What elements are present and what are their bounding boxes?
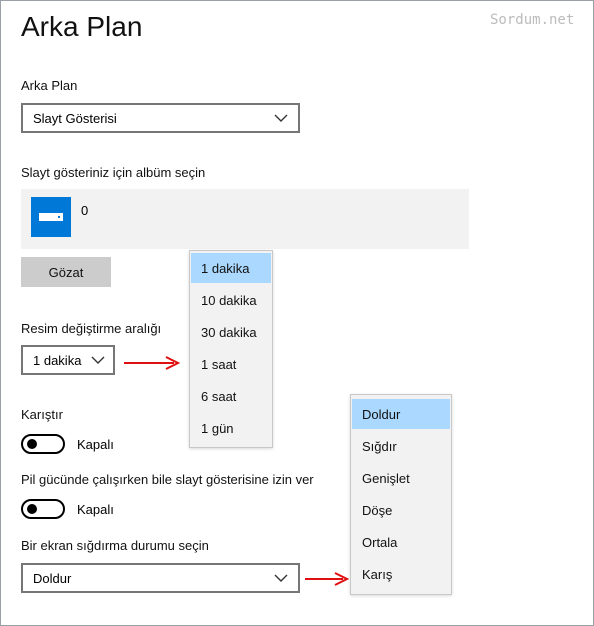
album-tile-icon	[31, 197, 71, 237]
shuffle-label: Karıştır	[21, 407, 63, 422]
watermark: Sordum.net	[490, 12, 575, 28]
shuffle-state: Kapalı	[77, 437, 114, 452]
page-title: Arka Plan	[21, 11, 143, 42]
drive-icon	[39, 213, 63, 221]
interval-select[interactable]: 1 dakika	[21, 345, 115, 375]
toggle-knob	[27, 439, 37, 449]
fit-dropdown: Doldur Sığdır Genişlet Döşe Ortala Karış	[350, 394, 452, 595]
album-count: 0	[81, 203, 89, 218]
fit-option[interactable]: Doldur	[352, 399, 450, 429]
chevron-down-icon	[274, 114, 288, 122]
album-item[interactable]: 0	[21, 189, 469, 249]
album-label: Slayt gösteriniz için albüm seçin	[21, 165, 206, 180]
interval-option[interactable]: 6 saat	[191, 381, 271, 411]
interval-option[interactable]: 30 dakika	[191, 317, 271, 347]
interval-option[interactable]: 1 gün	[191, 413, 271, 443]
background-select-value: Slayt Gösterisi	[33, 110, 117, 126]
fit-option[interactable]: Ortala	[352, 527, 450, 557]
chevron-down-icon	[274, 574, 288, 582]
fit-select[interactable]: Doldur	[21, 563, 300, 593]
fit-option[interactable]: Döşe	[352, 495, 450, 525]
right-arrow-icon	[305, 572, 349, 586]
fit-option[interactable]: Sığdır	[352, 431, 450, 461]
window-frame	[0, 0, 594, 626]
battery-label: Pil gücünde çalışırken bile slayt göster…	[21, 472, 314, 487]
fit-option[interactable]: Genişlet	[352, 463, 450, 493]
battery-toggle[interactable]	[21, 499, 65, 519]
interval-label: Resim değiştirme aralığı	[21, 321, 162, 336]
interval-select-value: 1 dakika	[33, 352, 82, 368]
interval-option[interactable]: 1 dakika	[191, 253, 271, 283]
battery-state: Kapalı	[77, 502, 114, 517]
interval-dropdown: 1 dakika 10 dakika 30 dakika 1 saat 6 sa…	[189, 250, 273, 448]
right-arrow-icon	[124, 356, 180, 370]
interval-option[interactable]: 10 dakika	[191, 285, 271, 315]
browse-button[interactable]: Gözat	[21, 257, 111, 287]
chevron-down-icon	[91, 356, 105, 364]
fit-label: Bir ekran sığdırma durumu seçin	[21, 538, 209, 553]
fit-select-value: Doldur	[33, 570, 72, 586]
background-label: Arka Plan	[21, 78, 78, 93]
background-select[interactable]: Slayt Gösterisi	[21, 103, 300, 133]
fit-option[interactable]: Karış	[352, 559, 450, 589]
toggle-knob	[27, 504, 37, 514]
shuffle-toggle[interactable]	[21, 434, 65, 454]
interval-option[interactable]: 1 saat	[191, 349, 271, 379]
